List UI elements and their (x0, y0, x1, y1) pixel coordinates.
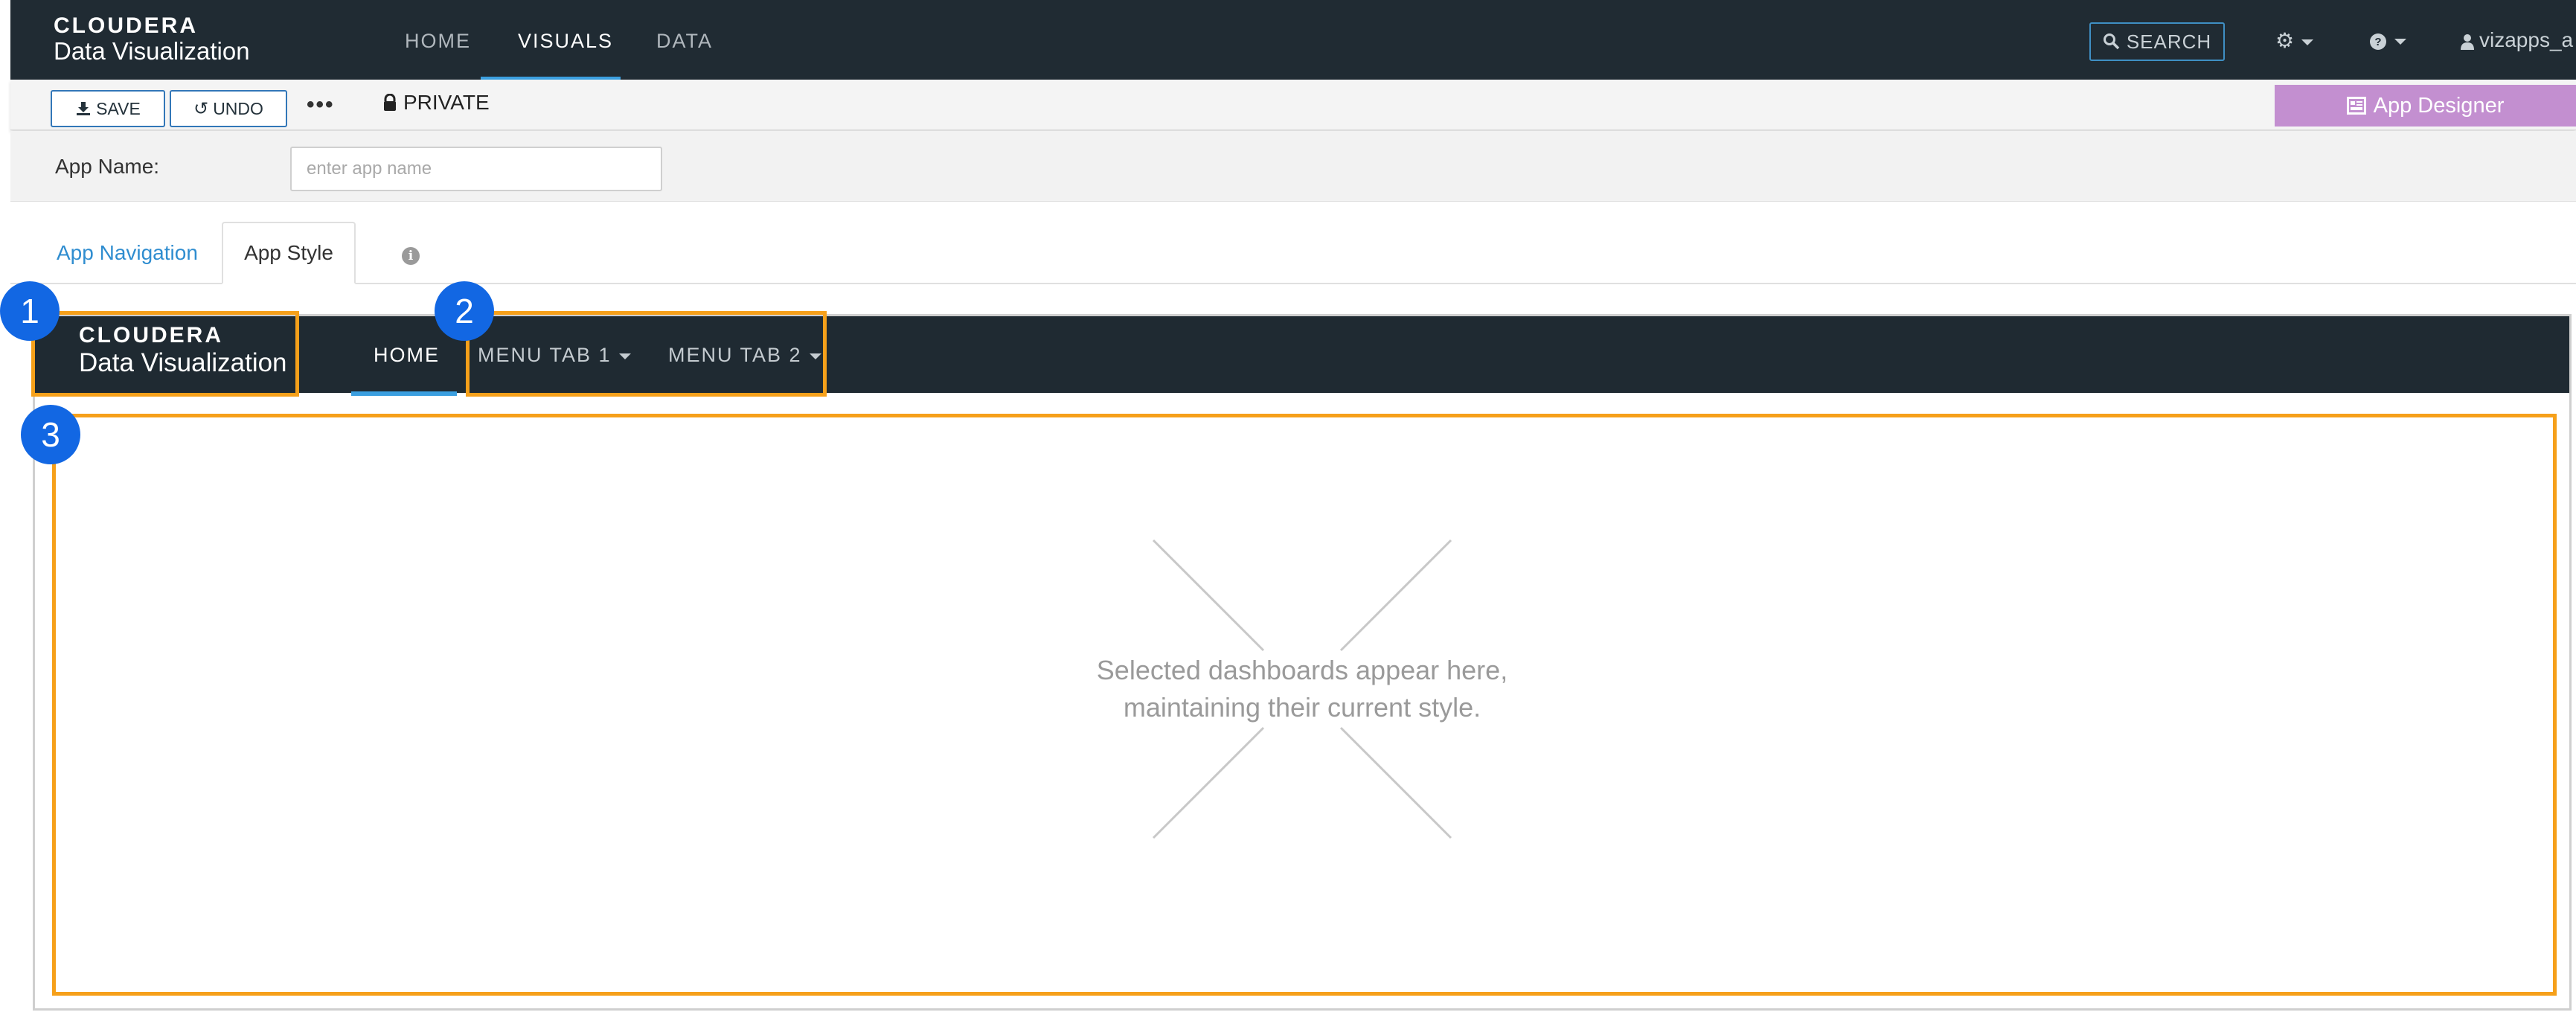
logo-product: Data Visualization (54, 37, 250, 65)
tab-app-style[interactable]: App Style (222, 222, 356, 284)
help-menu[interactable]: ? (2369, 28, 2406, 52)
save-label: SAVE (96, 98, 141, 118)
caret-down-icon (2394, 38, 2406, 45)
info-icon[interactable]: i (402, 247, 420, 265)
tabs-divider (10, 283, 2576, 284)
search-icon (2103, 33, 2120, 50)
save-button[interactable]: SAVE (51, 90, 165, 127)
app-designer-label: App Designer (2373, 93, 2505, 118)
callout-badge-3: 3 (21, 405, 80, 464)
privacy-label: PRIVATE (403, 91, 490, 114)
nav-data[interactable]: DATA (656, 30, 713, 53)
settings-menu[interactable]: ⚙ (2275, 28, 2314, 53)
highlight-menu-tabs (466, 311, 827, 397)
nav-home[interactable]: HOME (405, 30, 471, 53)
download-icon (77, 102, 91, 115)
callout-badge-2: 2 (435, 281, 494, 341)
svg-text:?: ? (2374, 36, 2381, 48)
help-icon: ? (2370, 33, 2386, 50)
highlight-dashboard-area (52, 414, 2557, 996)
app-name-label: App Name: (55, 155, 160, 178)
more-options-button[interactable]: ••• (307, 92, 335, 118)
app-designer-icon (2346, 97, 2366, 115)
nav-visuals[interactable]: VISUALS (518, 30, 613, 53)
user-name: vizapps_a (2479, 28, 2574, 51)
undo-icon: ↺ (193, 98, 209, 119)
preview-nav-home[interactable]: HOME (374, 344, 440, 367)
caret-down-icon (2301, 39, 2314, 45)
privacy-toggle[interactable]: PRIVATE (382, 91, 490, 115)
tab-app-navigation[interactable]: App Navigation (57, 241, 198, 265)
app-name-input[interactable] (290, 147, 662, 191)
app-designer-button[interactable]: App Designer (2275, 85, 2576, 127)
user-icon (2461, 33, 2474, 50)
preview-nav-active-indicator (351, 391, 457, 396)
user-menu[interactable]: vizapps_a (2460, 28, 2573, 52)
lock-icon (384, 94, 396, 111)
gear-icon: ⚙ (2275, 29, 2295, 52)
search-button[interactable]: SEARCH (2089, 22, 2225, 61)
highlight-logo-area (31, 311, 299, 397)
undo-label: UNDO (213, 98, 263, 118)
logo-brand: CLOUDERA (54, 13, 198, 38)
search-label: SEARCH (2126, 30, 2212, 53)
callout-badge-1: 1 (0, 281, 60, 341)
undo-button[interactable]: ↺ UNDO (170, 90, 287, 127)
